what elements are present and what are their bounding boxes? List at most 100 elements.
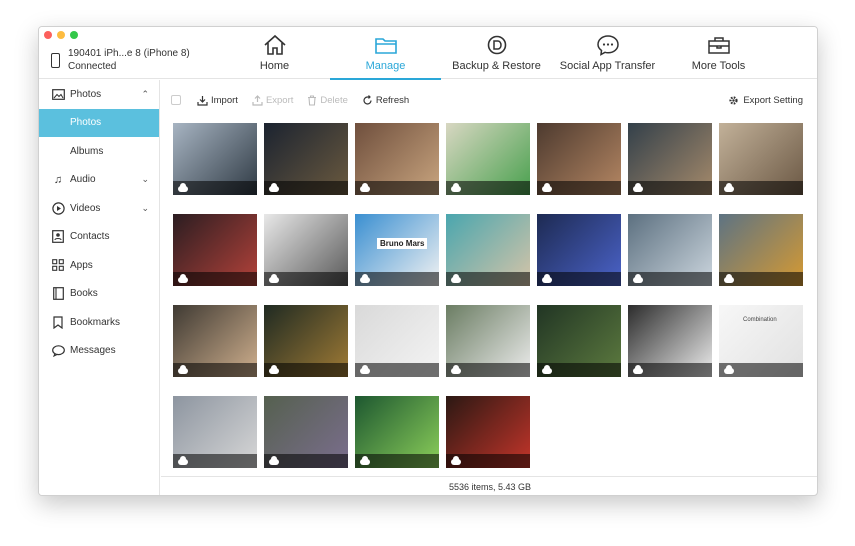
device-status: Connected xyxy=(68,61,117,72)
minimize-window-button[interactable] xyxy=(57,31,65,39)
thumbnail-overlay xyxy=(719,363,803,377)
home-icon xyxy=(263,34,286,55)
cloud-icon xyxy=(269,365,279,374)
zoom-window-button[interactable] xyxy=(70,31,78,39)
export-setting-button[interactable]: Export Setting xyxy=(728,95,803,106)
cloud-icon xyxy=(542,274,552,283)
cloud-icon xyxy=(269,183,279,192)
photo-thumbnail[interactable] xyxy=(355,396,439,468)
photo-thumbnail[interactable]: Combination xyxy=(719,305,803,377)
photo-thumbnail[interactable] xyxy=(628,123,712,195)
photo-thumbnail[interactable] xyxy=(446,214,530,286)
cloud-icon xyxy=(269,274,279,283)
photo-thumbnail[interactable] xyxy=(173,396,257,468)
music-icon: ♫ xyxy=(53,173,63,186)
thumbnail-overlay xyxy=(446,272,530,286)
sidebar-item-label: Bookmarks xyxy=(70,316,121,328)
cloud-icon xyxy=(542,183,552,192)
main-nav: Home Manage Backup & Restore Social App … xyxy=(219,27,774,80)
thumbnail-overlay xyxy=(264,181,348,195)
refresh-button[interactable]: Refresh xyxy=(362,95,409,106)
photo-thumbnail[interactable] xyxy=(537,123,621,195)
chevron-down-icon[interactable]: ⌄ xyxy=(141,203,149,214)
chevron-down-icon[interactable]: ⌄ xyxy=(141,174,149,185)
sidebar-item-books[interactable]: Books xyxy=(39,280,159,309)
cloud-icon xyxy=(451,365,461,374)
import-button[interactable]: Import xyxy=(197,95,238,106)
thumbnail-overlay xyxy=(355,363,439,377)
photo-thumbnail[interactable] xyxy=(264,123,348,195)
sidebar-item-photos[interactable]: Photos ⌃ xyxy=(39,80,159,109)
photo-thumbnail[interactable] xyxy=(264,305,348,377)
photo-thumbnail[interactable] xyxy=(446,123,530,195)
nav-backup-restore[interactable]: Backup & Restore xyxy=(441,27,552,79)
title-bar: 190401 iPh...e 8 (iPhone 8) Connected Ho… xyxy=(39,27,817,80)
thumbnail-overlay xyxy=(446,454,530,468)
status-bar: 5536 items, 5.43 GB xyxy=(161,476,817,495)
photo-thumbnail[interactable] xyxy=(355,305,439,377)
photo-thumbnail[interactable] xyxy=(264,214,348,286)
sidebar-item-apps[interactable]: Apps xyxy=(39,251,159,280)
select-all-checkbox[interactable] xyxy=(171,95,181,105)
close-window-button[interactable] xyxy=(44,31,52,39)
photo-thumbnail[interactable] xyxy=(719,123,803,195)
sidebar-item-albums[interactable]: Albums xyxy=(39,137,159,166)
photo-thumbnail[interactable] xyxy=(537,214,621,286)
cloud-icon xyxy=(360,183,370,192)
photo-thumbnail[interactable] xyxy=(446,396,530,468)
photo-thumbnail[interactable] xyxy=(264,396,348,468)
thumbnail-overlay xyxy=(264,272,348,286)
sidebar-item-audio[interactable]: ♫ Audio ⌄ xyxy=(39,166,159,195)
export-button[interactable]: Export xyxy=(252,95,293,106)
folder-icon xyxy=(374,38,397,54)
sidebar-item-messages[interactable]: Messages xyxy=(39,337,159,366)
sidebar-item-videos[interactable]: Videos ⌄ xyxy=(39,194,159,223)
photo-thumbnail[interactable] xyxy=(628,305,712,377)
sidebar-item-bookmarks[interactable]: Bookmarks xyxy=(39,308,159,337)
contacts-icon xyxy=(51,230,65,244)
sidebar-item-label: Books xyxy=(70,288,98,300)
sidebar: Photos ⌃ Photos Albums ♫ Audio ⌄ Videos … xyxy=(39,80,160,495)
thumbnail-overlay xyxy=(446,181,530,195)
thumbnail-overlay xyxy=(355,181,439,195)
chevron-up-icon[interactable]: ⌃ xyxy=(141,89,149,100)
photo-thumbnail[interactable] xyxy=(173,123,257,195)
nav-home-label: Home xyxy=(259,60,290,72)
photo-thumbnail[interactable] xyxy=(628,214,712,286)
bookmark-icon xyxy=(51,315,65,329)
apps-icon xyxy=(51,258,65,272)
sidebar-item-label: Videos xyxy=(70,202,101,214)
sidebar-item-contacts[interactable]: Contacts xyxy=(39,223,159,252)
cloud-icon xyxy=(724,183,734,192)
import-icon xyxy=(197,95,208,106)
photo-thumbnail[interactable] xyxy=(719,214,803,286)
delete-label: Delete xyxy=(320,94,348,106)
thumbnail-caption: Combination xyxy=(743,317,777,323)
trash-icon xyxy=(308,94,317,106)
play-icon xyxy=(51,201,65,215)
nav-social-transfer[interactable]: Social App Transfer xyxy=(552,27,663,79)
backup-icon xyxy=(487,35,506,55)
toolbar: Import Export Delete Refresh Export Sett… xyxy=(161,80,817,120)
photo-thumbnail[interactable] xyxy=(173,305,257,377)
photo-thumbnail[interactable] xyxy=(446,305,530,377)
nav-manage[interactable]: Manage xyxy=(330,27,441,80)
message-icon xyxy=(51,344,65,358)
photo-thumbnail[interactable] xyxy=(173,214,257,286)
nav-more-tools[interactable]: More Tools xyxy=(663,27,774,79)
photo-thumbnail[interactable] xyxy=(355,123,439,195)
nav-manage-label: Manage xyxy=(365,60,406,72)
thumbnail-overlay xyxy=(173,454,257,468)
photo-thumbnail[interactable] xyxy=(537,305,621,377)
photo-thumbnail[interactable]: Bruno Mars xyxy=(355,214,439,286)
nav-home[interactable]: Home xyxy=(219,27,330,79)
phone-icon xyxy=(51,52,60,68)
sidebar-item-photos-sub[interactable]: Photos xyxy=(39,108,159,137)
thumbnail-overlay xyxy=(355,454,439,468)
thumbnail-overlay xyxy=(537,272,621,286)
device-selector[interactable]: 190401 iPh...e 8 (iPhone 8) Connected xyxy=(51,47,190,73)
device-name: 190401 iPh...e 8 (iPhone 8) xyxy=(68,48,190,59)
delete-button[interactable]: Delete xyxy=(307,94,348,106)
cloud-icon xyxy=(633,365,643,374)
thumbnail-caption: Bruno Mars xyxy=(377,238,428,249)
